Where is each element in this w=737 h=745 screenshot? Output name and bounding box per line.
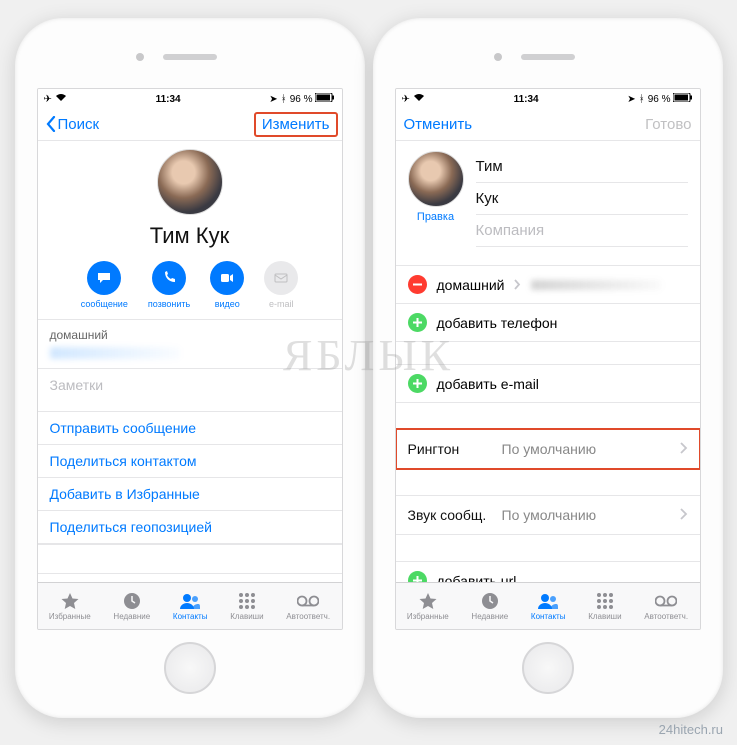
speaker xyxy=(521,54,575,60)
unblock-link[interactable]: Разблокировать абонента xyxy=(38,573,342,582)
text-tone-row[interactable]: Звук сообщ. По умолчанию xyxy=(396,495,700,535)
ringtone-label: Рингтон xyxy=(408,441,488,457)
battery-percent: 96 % xyxy=(648,94,671,105)
company-field[interactable]: Компания xyxy=(476,215,688,247)
clock-icon xyxy=(479,592,501,610)
nav-bar: Поиск Изменить xyxy=(38,108,342,141)
done-button[interactable]: Готово xyxy=(645,116,691,133)
contact-avatar[interactable] xyxy=(157,149,223,215)
home-button[interactable] xyxy=(164,642,216,694)
add-icon xyxy=(408,313,427,332)
add-favorite-link[interactable]: Добавить в Избранные xyxy=(38,478,342,511)
star-icon xyxy=(59,592,81,610)
video-icon xyxy=(210,261,244,295)
chevron-right-icon xyxy=(680,507,688,523)
phone-cell[interactable]: домашний xyxy=(38,320,342,369)
airplane-icon: ✈ xyxy=(402,94,410,105)
tab-keypad[interactable]: Клавиши xyxy=(230,592,263,621)
clock: 11:34 xyxy=(514,94,539,105)
front-camera xyxy=(136,53,144,61)
add-email-row[interactable]: добавить e-mail xyxy=(396,364,700,403)
tab-bar: Избранные Недавние Контакты Клавиши xyxy=(38,582,342,629)
status-bar: ✈ 11:34 ➤ ᚼ 96 % xyxy=(396,89,700,108)
tab-contacts[interactable]: Контакты xyxy=(531,592,566,621)
keypad-icon xyxy=(236,592,258,610)
tab-voicemail[interactable]: Автоответч. xyxy=(286,592,330,621)
contacts-icon xyxy=(179,592,201,610)
home-button[interactable] xyxy=(522,642,574,694)
tab-favorites[interactable]: Избранные xyxy=(407,592,449,621)
tab-favorites[interactable]: Избранные xyxy=(49,592,91,621)
contacts-icon xyxy=(537,592,559,610)
delete-icon[interactable] xyxy=(408,275,427,294)
status-bar: ✈ 11:34 ➤ ᚼ 96 % xyxy=(38,89,342,108)
tab-bar: Избранные Недавние Контакты Клавиши xyxy=(396,582,700,629)
edit-button[interactable]: Изменить xyxy=(254,112,338,137)
location-icon: ➤ xyxy=(269,94,277,105)
edit-photo-link[interactable]: Правка xyxy=(417,211,454,223)
chevron-right-icon xyxy=(514,279,521,290)
texttone-value: По умолчанию xyxy=(502,507,666,523)
voicemail-icon xyxy=(297,592,319,610)
wifi-icon xyxy=(413,93,425,105)
battery-icon xyxy=(315,93,335,105)
speaker xyxy=(163,54,217,60)
clock: 11:34 xyxy=(156,94,181,105)
add-phone-row[interactable]: добавить телефон xyxy=(396,304,700,342)
tab-keypad[interactable]: Клавиши xyxy=(588,592,621,621)
source-credit: 24hitech.ru xyxy=(659,722,723,737)
clock-icon xyxy=(121,592,143,610)
back-label: Поиск xyxy=(58,116,100,133)
first-name-field[interactable]: Тим xyxy=(476,151,688,183)
bluetooth-icon: ᚼ xyxy=(281,94,287,105)
nav-bar: Отменить Готово xyxy=(396,108,700,141)
notes-cell[interactable]: Заметки xyxy=(38,369,342,412)
phone-row[interactable]: домашний xyxy=(396,265,700,304)
add-icon xyxy=(408,374,427,393)
star-icon xyxy=(417,592,439,610)
chevron-right-icon xyxy=(680,441,688,457)
message-action[interactable]: сообщение xyxy=(81,261,128,309)
cancel-button[interactable]: Отменить xyxy=(404,116,473,133)
phone-frame-right: ✈ 11:34 ➤ ᚼ 96 % Отменить Готов xyxy=(373,18,723,718)
texttone-label: Звук сообщ. xyxy=(408,507,488,523)
video-action[interactable]: видео xyxy=(210,261,244,309)
battery-icon xyxy=(673,93,693,105)
add-icon xyxy=(408,571,427,582)
phone-icon xyxy=(152,261,186,295)
voicemail-icon xyxy=(655,592,677,610)
tab-voicemail[interactable]: Автоответч. xyxy=(644,592,688,621)
mail-icon xyxy=(264,261,298,295)
contact-name: Тим Кук xyxy=(150,223,229,249)
last-name-field[interactable]: Кук xyxy=(476,183,688,215)
phone-type-label: домашний xyxy=(50,328,330,342)
tab-recents[interactable]: Недавние xyxy=(471,592,508,621)
call-action[interactable]: позвонить xyxy=(148,261,190,309)
ringtone-value: По умолчанию xyxy=(502,441,666,457)
tab-recents[interactable]: Недавние xyxy=(113,592,150,621)
share-contact-link[interactable]: Поделиться контактом xyxy=(38,445,342,478)
ringtone-row[interactable]: Рингтон По умолчанию xyxy=(396,429,700,469)
phone-number-blurred xyxy=(531,280,661,290)
share-location-link[interactable]: Поделиться геопозицией xyxy=(38,511,342,544)
phone-type-label[interactable]: домашний xyxy=(437,277,505,293)
add-url-row[interactable]: добавить url xyxy=(396,561,700,582)
phone-number-blurred xyxy=(50,347,180,359)
contact-avatar[interactable] xyxy=(408,151,464,207)
message-icon xyxy=(87,261,121,295)
wifi-icon xyxy=(55,93,67,105)
tab-contacts[interactable]: Контакты xyxy=(173,592,208,621)
email-action: e-mail xyxy=(264,261,298,309)
keypad-icon xyxy=(594,592,616,610)
airplane-icon: ✈ xyxy=(44,94,52,105)
phone-frame-left: ✈ 11:34 ➤ ᚼ 96 % xyxy=(15,18,365,718)
bluetooth-icon: ᚼ xyxy=(639,94,645,105)
front-camera xyxy=(494,53,502,61)
send-message-link[interactable]: Отправить сообщение xyxy=(38,412,342,445)
location-icon: ➤ xyxy=(627,94,635,105)
back-button[interactable]: Поиск xyxy=(46,116,100,133)
battery-percent: 96 % xyxy=(290,94,313,105)
